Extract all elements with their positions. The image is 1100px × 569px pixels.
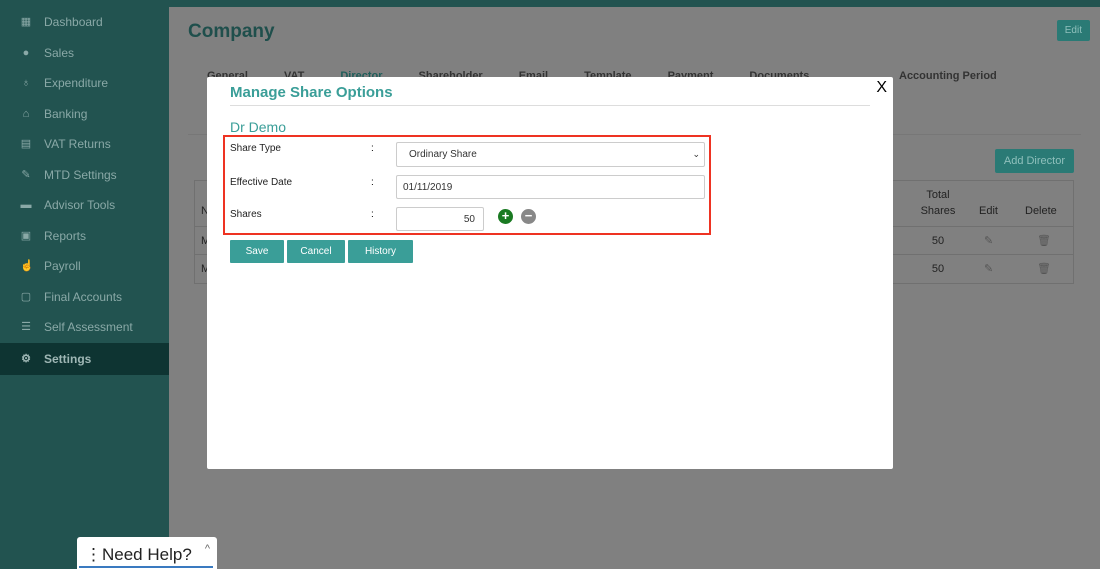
menu-dots-icon: ⋮ [85, 545, 102, 564]
share-type-select[interactable]: Ordinary Share ⌄ [396, 142, 705, 167]
close-icon[interactable]: X [876, 79, 887, 97]
director-name: Dr Demo [230, 119, 287, 135]
add-director-button[interactable]: Add Director [994, 149, 1074, 173]
bank-icon: ⌂ [22, 107, 30, 120]
mtd-icon: ✎ [21, 168, 31, 181]
header-edit: Edit [979, 205, 998, 217]
plus-circle-icon[interactable]: + [498, 209, 513, 224]
underline [79, 566, 213, 568]
divider [230, 105, 870, 106]
trash-icon[interactable]: 🗑 [1037, 234, 1051, 247]
need-help-widget[interactable]: ⋮Need Help? ^ [77, 537, 217, 569]
need-help-label: Need Help? [102, 545, 192, 564]
sidebar-item-label: MTD Settings [44, 167, 117, 182]
sidebar-item-label: Reports [44, 228, 87, 243]
manage-share-options-modal: X Manage Share Options Dr Demo Share Typ… [207, 77, 893, 469]
cancel-button[interactable]: Cancel [287, 240, 345, 263]
shares-input[interactable]: 50 [396, 207, 484, 231]
sales-icon: ● [22, 46, 30, 59]
sidebar-item-label: Banking [44, 106, 88, 121]
cell-total: 50 [931, 235, 945, 247]
sidebar-item-final-accounts[interactable]: ▢ Final Accounts [0, 282, 169, 313]
top-bar [169, 0, 1100, 7]
sidebar-item-mtd-settings[interactable]: ✎ MTD Settings [0, 160, 169, 191]
accounts-icon: ▢ [20, 290, 32, 303]
sidebar-item-label: Settings [44, 351, 92, 366]
sidebar-item-expenditure[interactable]: ♁ Expenditure [0, 68, 169, 99]
caret-up-icon[interactable]: ^ [205, 543, 210, 555]
gear-icon: ⚙ [21, 352, 31, 365]
sidebar-item-label: Advisor Tools [44, 198, 116, 213]
effective-date-label: Effective Date [230, 177, 293, 188]
trash-icon[interactable]: 🗑 [1037, 262, 1051, 275]
cell-total: 50 [931, 263, 945, 275]
chevron-down-icon: ⌄ [692, 149, 700, 159]
history-button[interactable]: History [348, 240, 413, 263]
dashboard-icon: ▦ [20, 16, 32, 29]
sidebar-item-label: Sales [44, 45, 75, 60]
sidebar-item-label: VAT Returns [44, 137, 111, 152]
header-delete: Delete [1025, 205, 1057, 217]
sidebar-item-banking[interactable]: ⌂ Banking [0, 99, 169, 130]
save-button[interactable]: Save [230, 240, 284, 263]
modal-title: Manage Share Options [230, 84, 393, 101]
sidebar-item-vat-returns[interactable]: ▤ VAT Returns [0, 129, 169, 160]
edit-icon[interactable]: ✎ [984, 234, 993, 247]
share-type-value: Ordinary Share [409, 149, 477, 160]
edit-button[interactable]: Edit [1056, 20, 1090, 41]
sidebar-item-advisor-tools[interactable]: ▬ Advisor Tools [0, 190, 169, 221]
colon: : [371, 177, 374, 188]
sidebar-item-label: Payroll [44, 259, 81, 274]
vat-icon: ▤ [20, 138, 32, 151]
page-title: Company [188, 21, 275, 42]
sidebar-item-settings[interactable]: ⚙ Settings [0, 342, 169, 375]
colon: : [371, 209, 374, 220]
sidebar-item-label: Final Accounts [44, 289, 123, 304]
sidebar-item-payroll[interactable]: ☝ Payroll [0, 251, 169, 282]
sidebar: ▦ Dashboard ● Sales ♁ Expenditure ⌂ Banking ▤ VAT… [0, 0, 169, 569]
colon: : [371, 143, 374, 154]
clipboard-icon: ▣ [20, 229, 32, 242]
sidebar-item-dashboard[interactable]: ▦ Dashboard [0, 7, 169, 38]
briefcase-icon: ▬ [20, 199, 32, 212]
sidebar-item-label: Expenditure [44, 76, 109, 91]
minus-circle-icon[interactable]: − [521, 209, 536, 224]
edit-icon[interactable]: ✎ [984, 262, 993, 275]
header-total: Total [926, 189, 950, 201]
sidebar-item-reports[interactable]: ▣ Reports [0, 221, 169, 252]
money-bag-icon: ♁ [21, 77, 31, 90]
sidebar-item-label: Self Assessment [44, 320, 133, 335]
effective-date-input[interactable]: 01/11/2019 [396, 175, 705, 199]
sidebar-item-self-assessment[interactable]: ☰ Self Assessment [0, 312, 169, 343]
sidebar-item-sales[interactable]: ● Sales [0, 38, 169, 69]
payroll-icon: ☝ [20, 260, 34, 273]
tab-accounting-period[interactable]: Accounting Period [899, 70, 997, 82]
shares-label: Shares [230, 209, 262, 220]
header-shares: Shares [920, 205, 956, 217]
assessment-icon: ☰ [21, 321, 31, 334]
sidebar-item-label: Dashboard [44, 15, 103, 30]
share-type-label: Share Type [230, 143, 281, 154]
